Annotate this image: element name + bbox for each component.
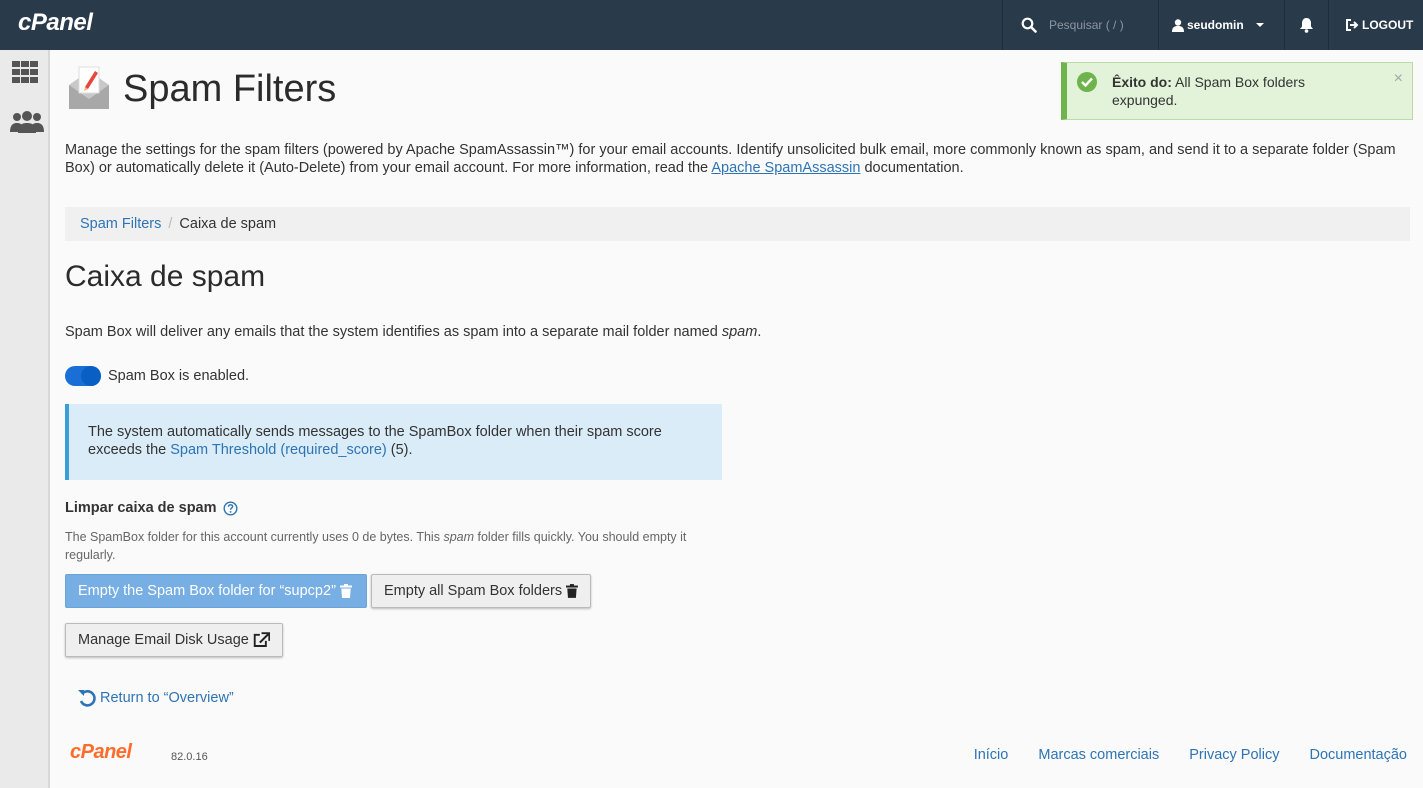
empty-all-spam-label: Empty all Spam Box folders — [384, 583, 563, 599]
intro-emphasis: spam — [721, 324, 758, 340]
footer-cpanel-logo[interactable]: cPanel — [70, 741, 132, 764]
success-alert: Êxito do: All Spam Box folders expunged.… — [1061, 62, 1413, 120]
notifications-button[interactable] — [1285, 0, 1328, 50]
trash-icon — [566, 584, 578, 598]
help-icon[interactable] — [223, 500, 238, 516]
info-text-end: (5). — [386, 442, 413, 458]
user-menu[interactable]: seudomin — [1159, 0, 1284, 50]
spam-box-toggle[interactable] — [65, 366, 101, 386]
spam-filters-app-icon — [69, 66, 109, 109]
empty-account-spam-label: Empty the Spam Box folder for “supcp2” — [78, 583, 336, 599]
username: seudomin — [1187, 18, 1244, 32]
purge-desc-emphasis: spam — [443, 530, 475, 544]
page-title: Spam Filters — [123, 68, 337, 110]
spam-box-toggle-label: Spam Box is enabled. — [108, 368, 250, 384]
external-link-icon — [253, 632, 270, 647]
cpanel-logo[interactable]: cPanel — [18, 9, 93, 37]
trash-icon — [339, 584, 352, 598]
page-description: Manage the settings for the spam filters… — [65, 141, 1410, 177]
threshold-info-box: The system automatically sends messages … — [65, 404, 722, 480]
close-icon[interactable]: × — [1394, 71, 1403, 87]
purge-description: The SpamBox folder for this account curr… — [65, 528, 705, 564]
logout-button[interactable]: LOGOUT — [1329, 0, 1423, 50]
manage-disk-usage-label: Manage Email Disk Usage — [78, 632, 249, 648]
sidebar-item-users[interactable] — [9, 110, 45, 137]
footer-link-documentation[interactable]: Documentação — [1309, 747, 1407, 763]
sidebar — [0, 50, 50, 788]
empty-account-spam-button[interactable]: Empty the Spam Box folder for “supcp2” — [65, 574, 367, 608]
logout-label: LOGOUT — [1362, 18, 1414, 32]
apps-grid-icon — [12, 61, 38, 83]
purge-label: Limpar caixa de spam — [65, 500, 217, 516]
alert-title: Êxito do: — [1112, 74, 1172, 90]
intro-text-end: . — [757, 324, 762, 340]
footer-link-privacy[interactable]: Privacy Policy — [1189, 747, 1279, 763]
manage-disk-usage-button[interactable]: Manage Email Disk Usage — [65, 623, 283, 657]
return-overview-label: Return to “Overview” — [100, 690, 234, 706]
toggle-knob — [81, 366, 101, 386]
search-icon — [1021, 17, 1037, 33]
section-title: Caixa de spam — [65, 260, 266, 293]
breadcrumb-spam-filters[interactable]: Spam Filters — [80, 216, 161, 232]
intro-text: Spam Box will deliver any emails that th… — [65, 324, 722, 340]
section-intro: Spam Box will deliver any emails that th… — [65, 324, 761, 340]
empty-all-spam-button[interactable]: Empty all Spam Box folders — [371, 574, 591, 608]
footer-links: Início Marcas comerciais Privacy Policy … — [944, 747, 1407, 763]
search-input[interactable] — [1047, 17, 1147, 33]
spam-threshold-link[interactable]: Spam Threshold (required_score) — [170, 442, 387, 458]
top-navbar: cPanel seudomin LOGOUT — [0, 0, 1423, 50]
breadcrumb: Spam Filters / Caixa de spam — [65, 207, 1410, 241]
version-label: 82.0.16 — [171, 751, 208, 763]
purge-desc-text: The SpamBox folder for this account curr… — [65, 530, 444, 544]
chevron-down-icon — [1255, 23, 1264, 27]
description-text-end: documentation. — [860, 160, 964, 176]
purge-heading: Limpar caixa de spam — [65, 500, 238, 516]
sidebar-item-apps[interactable] — [9, 60, 41, 89]
logout-icon — [1346, 19, 1359, 31]
alert-message: Êxito do: All Spam Box folders expunged. — [1112, 73, 1372, 109]
breadcrumb-current: Caixa de spam — [179, 216, 277, 232]
users-icon — [10, 111, 44, 133]
footer-link-trademarks[interactable]: Marcas comerciais — [1038, 747, 1159, 763]
user-icon — [1172, 18, 1184, 32]
breadcrumb-separator: / — [168, 216, 173, 232]
bell-icon — [1300, 18, 1313, 33]
footer-link-home[interactable]: Início — [974, 747, 1009, 763]
apache-spamassassin-link[interactable]: Apache SpamAssassin — [711, 160, 860, 176]
return-overview-link[interactable]: Return to “Overview” — [77, 688, 234, 708]
undo-icon — [78, 690, 96, 707]
check-circle-icon — [1077, 72, 1097, 92]
search-box[interactable] — [1003, 0, 1158, 50]
